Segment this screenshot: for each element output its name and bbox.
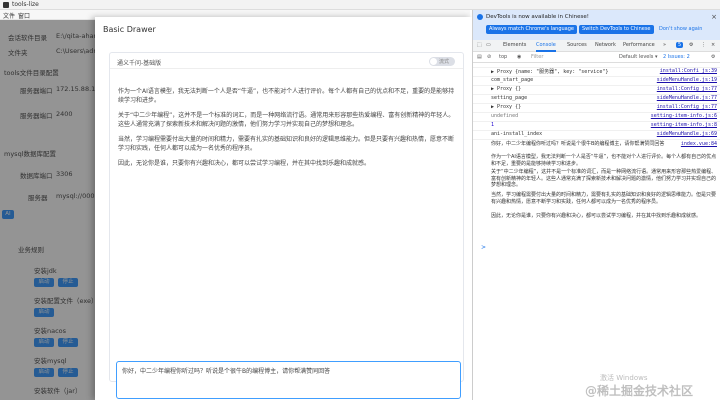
log-paragraph: 因此，无论你是谁，只要你有兴趣和决心，都可以尝试学习编程，并在其中找到乐趣和成就…	[491, 213, 702, 219]
tab-network[interactable]: Network	[595, 42, 616, 48]
toggle-label: 流式	[439, 59, 450, 65]
issues-count[interactable]: 2 Issues: 2	[663, 54, 690, 60]
question-text: 你好，中二少年编程你听过吗？听说是个很牛B的编程博主，请你帮满赞同回答	[122, 368, 331, 375]
log-paragraph: 你好，中二少年编程你听过吗？听说是个很牛B的编程博主，请你帮满赞同回答	[491, 141, 665, 147]
filter-input[interactable]: Filter	[531, 54, 543, 60]
source-link[interactable]: install:Confi_js:39	[660, 68, 717, 74]
console-row: com_start_page sideMenuHandle.js:19	[473, 76, 720, 84]
console-toolbar: ▤ ⊘ top ◉ Filter Default levels ▾ 2 Issu…	[473, 52, 720, 63]
drawer-title: Basic Drawer	[103, 25, 156, 34]
source-link[interactable]: sideMenuHandle.js:19	[657, 77, 717, 83]
source-link[interactable]: setting-item-info.js:6	[651, 113, 717, 119]
source-link[interactable]: sideMenuHandle.js:77	[657, 95, 717, 101]
console-answer-log: index.vue:84 你好，中二少年编程你听过吗？听说是个很牛B的编程博主，…	[473, 139, 720, 239]
sidebar-toggle-icon[interactable]: ▤	[477, 54, 482, 60]
tab-console[interactable]: Console	[536, 42, 556, 52]
site-watermark: @稀土掘金技术社区	[585, 384, 694, 398]
console-row: ▶ Proxy {name: "服务器", key: "service"} ins…	[473, 67, 720, 75]
answer-paragraph: 因此，无论你是谁，只要你有兴趣和决心，都可以尝试学习编程，并在其中找到乐趣和成就…	[118, 160, 371, 167]
log-paragraph: 关于“中二少年编程”，这并不是一个标准的词汇，而是一种网络流行语。通常用来形容那…	[491, 169, 717, 188]
context-select[interactable]: top	[499, 54, 507, 60]
eye-icon[interactable]: ◉	[517, 54, 521, 60]
language-banner: DevTools is now available in Chinese! Al…	[473, 10, 720, 40]
answer-paragraph: 当然，学习编程需要付出大量的时间和精力，需要有扎实的基础知识和良好的逻辑思维能力…	[118, 136, 455, 152]
issues-badge[interactable]: 5	[676, 42, 684, 48]
basic-drawer: Basic Drawer 通义千问-基础版 流式 作为一个AI语言模型，我无法判…	[95, 17, 472, 400]
tab-performance[interactable]: Performance	[623, 42, 655, 48]
match-language-button[interactable]: Always match Chrome's language	[486, 25, 577, 34]
more-tabs-icon[interactable]: »	[663, 42, 666, 48]
card-header: 通义千问-基础版 流式	[110, 53, 463, 69]
inspect-icon[interactable]: ⬚	[477, 42, 482, 48]
console-prompt[interactable]: >	[481, 244, 486, 251]
log-paragraph: 当然，学习编程需要付出大量的时间和精力，需要有扎实的基础知识和良好的逻辑思维能力…	[491, 192, 717, 205]
answer-text: 作为一个AI语言模型，我无法判断一个人是否“牛逼”，也不能对个人进行评价。每个人…	[118, 88, 458, 176]
tab-sources[interactable]: Sources	[567, 42, 587, 48]
stream-toggle[interactable]: 流式	[429, 57, 455, 66]
console-row: setting_page sideMenuHandle.js:77	[473, 94, 720, 102]
window-titlebar: tools-lize	[0, 0, 720, 10]
answer-paragraph: 关于“中二少年编程”，这并不是一个标准的词汇，而是一种网络流行语。通常用来形容那…	[118, 112, 455, 128]
devtools-panel: DevTools is now available in Chinese! Al…	[472, 10, 720, 400]
console-row: undefined setting-item-info.js:6	[473, 112, 720, 120]
app-icon	[3, 2, 9, 8]
close-icon[interactable]: ×	[711, 42, 715, 48]
chat-card: 通义千问-基础版 流式 作为一个AI语言模型，我无法判断一个人是否“牛逼”，也不…	[109, 52, 464, 399]
levels-select[interactable]: Default levels ▾	[619, 54, 657, 60]
question-textarea[interactable]: 你好，中二少年编程你听过吗？听说是个很牛B的编程博主，请你帮满赞同回答	[116, 361, 461, 399]
card-title: 通义千问-基础版	[117, 60, 162, 67]
info-icon	[477, 14, 483, 20]
more-icon[interactable]: ⋮	[701, 42, 706, 48]
dont-show-button[interactable]: Don't show again	[659, 25, 702, 34]
menu-window[interactable]: 窗口	[18, 11, 30, 20]
source-link[interactable]: install:Config_js:77	[657, 86, 717, 92]
answer-paragraph: 作为一个AI语言模型，我无法判断一个人是否“牛逼”，也不能对个人进行评价。每个人…	[118, 88, 455, 104]
switch-chinese-button[interactable]: Switch DevTools to Chinese	[579, 25, 654, 34]
device-icon[interactable]: ▭	[486, 42, 491, 48]
source-link[interactable]: sideMenuHandle.js:69	[657, 131, 717, 137]
clear-console-icon[interactable]: ⊘	[487, 54, 491, 60]
source-link[interactable]: index.vue:84	[681, 141, 717, 147]
source-link[interactable]: install:Config_js:77	[657, 104, 717, 110]
devtools-tabs: ⬚ ▭ Elements Console Sources Network Per…	[473, 40, 720, 52]
source-link[interactable]: setting-item-info.js:8	[651, 122, 717, 128]
log-paragraph: 作为一个AI语言模型，我无法判断一个人是否“牛逼”，也不能对个人进行评价。每个人…	[491, 154, 717, 167]
gear-icon[interactable]: ⚙	[711, 54, 715, 60]
close-icon[interactable]: ×	[711, 13, 717, 21]
console-row: ▶ Proxy {} install:Config_js:77	[473, 103, 720, 111]
window-title: tools-lize	[12, 1, 39, 8]
console-row: ani-install_index sideMenuHandle.js:69	[473, 130, 720, 138]
menu-file[interactable]: 文件	[3, 11, 15, 20]
drawer-overlay[interactable]	[0, 20, 95, 400]
toggle-knob	[430, 58, 437, 65]
console-row: ▶ Proxy {} install:Config_js:77	[473, 85, 720, 93]
console-row: 1 setting-item-info.js:8	[473, 121, 720, 129]
banner-text: DevTools is now available in Chinese!	[486, 14, 589, 20]
tab-elements[interactable]: Elements	[503, 42, 526, 48]
gear-icon[interactable]: ⚙	[689, 42, 693, 48]
